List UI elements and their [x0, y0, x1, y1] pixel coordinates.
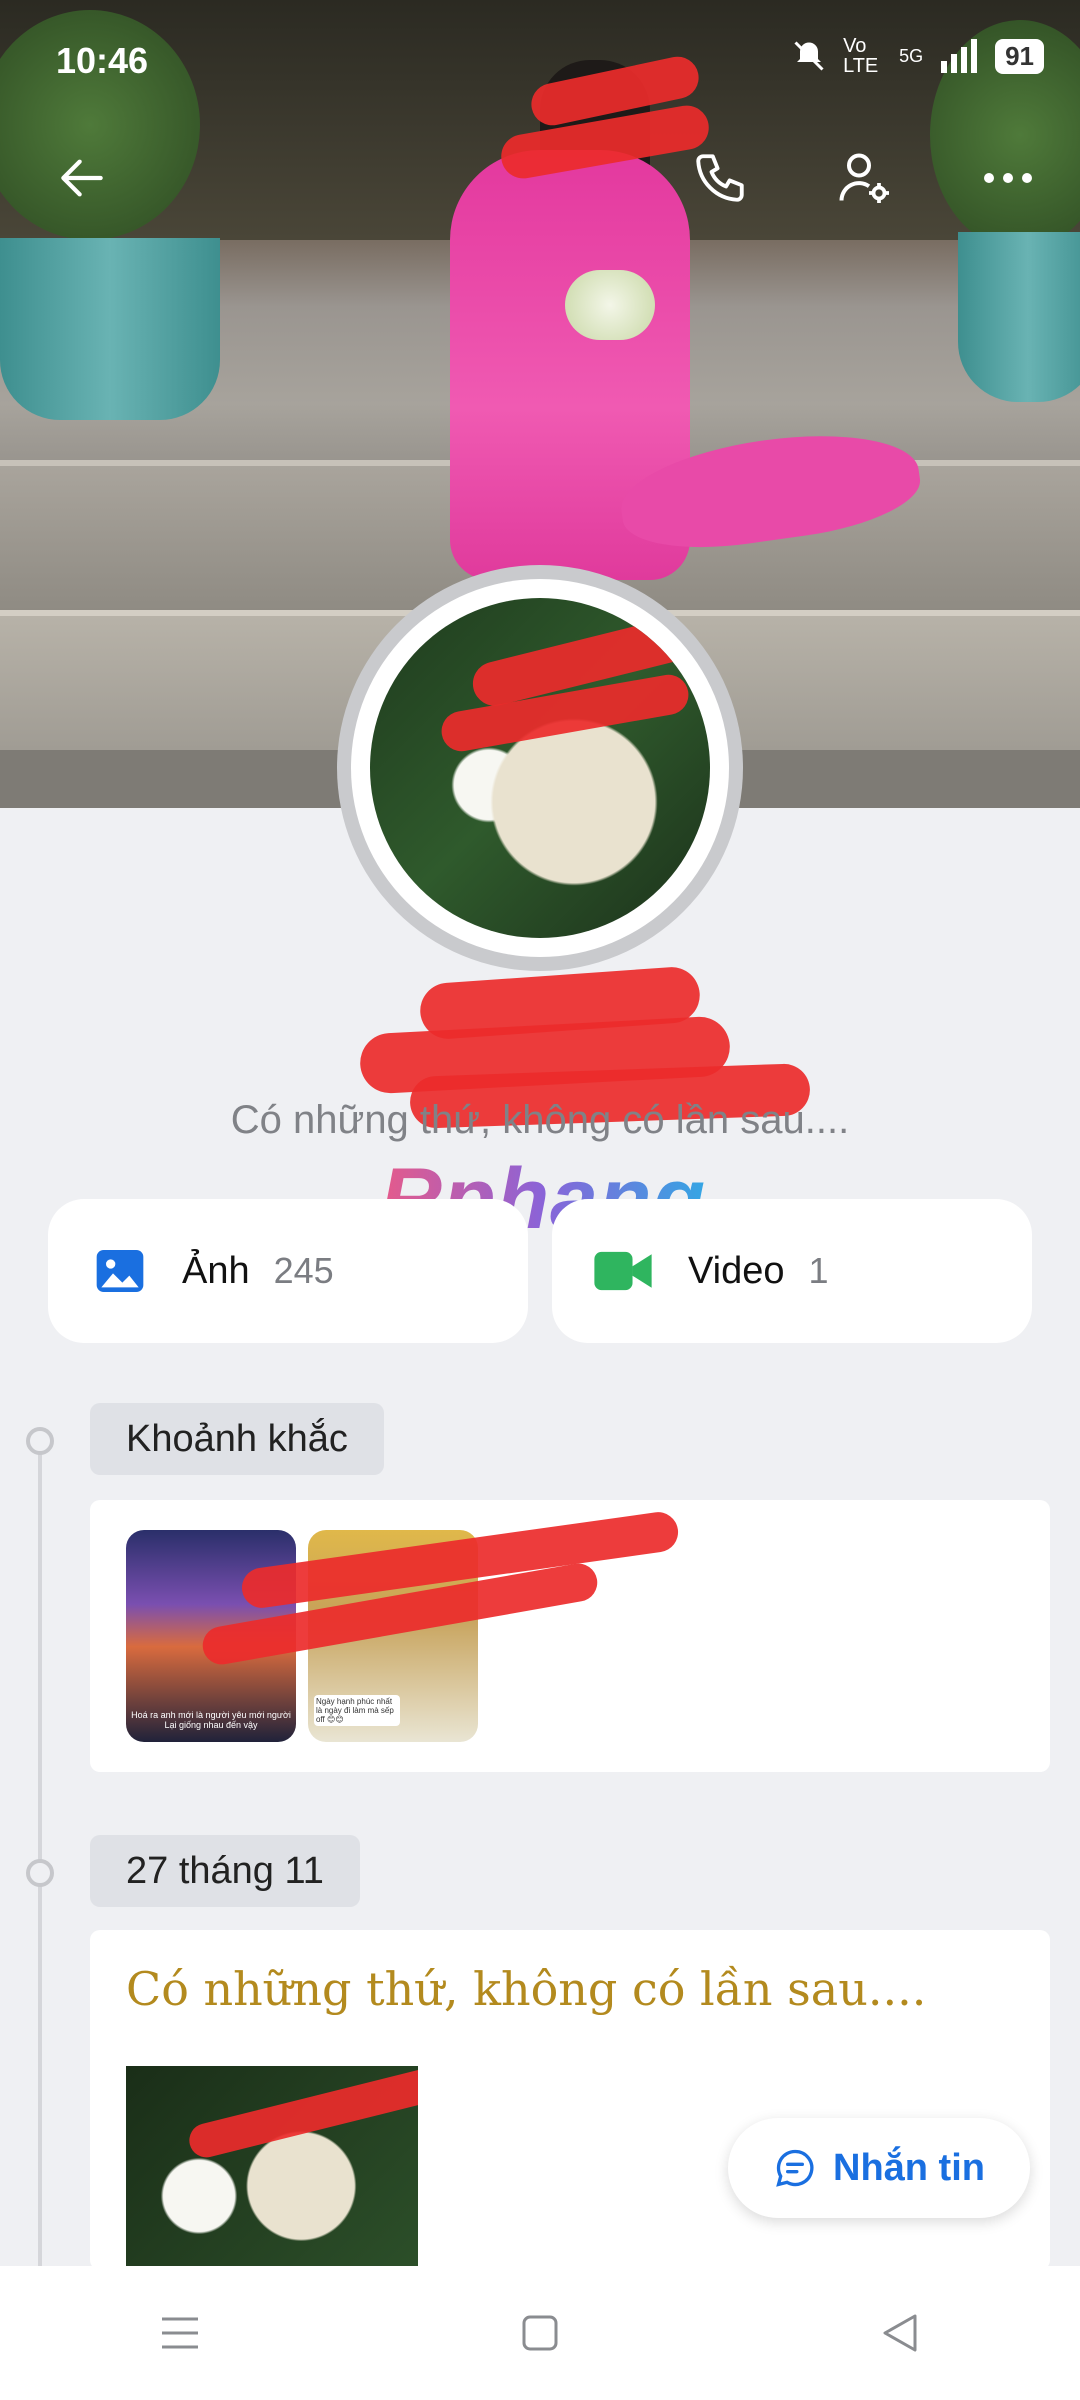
back-button[interactable]: [42, 138, 122, 218]
moments-panel: Hoá ra anh mới là người yêu mới người Lạ…: [90, 1500, 1050, 1772]
image-icon: [96, 1250, 144, 1292]
post-image[interactable]: [126, 2066, 418, 2266]
system-nav-bar: [0, 2266, 1080, 2400]
cover-flowers: [565, 270, 655, 340]
redaction-scribble: [185, 2066, 418, 2161]
call-button[interactable]: [680, 138, 760, 218]
avatar[interactable]: [370, 598, 710, 938]
cover-pot: [958, 232, 1080, 402]
battery-level: 91: [995, 38, 1044, 74]
timeline-dot: [26, 1427, 54, 1455]
signal-icon: [941, 39, 978, 73]
post-title: Có những thứ, không có lần sau....: [126, 1962, 927, 2016]
moment-caption: Hoá ra anh mới là người yêu mới người Lạ…: [131, 1710, 291, 1730]
recent-apps-button[interactable]: [130, 2283, 230, 2383]
more-options-button[interactable]: [968, 138, 1048, 218]
cover-pot: [0, 238, 220, 420]
photos-count: 245: [273, 1250, 334, 1291]
more-dots-icon: [984, 173, 1032, 183]
phone-icon: [696, 154, 744, 202]
videos-label: Video: [688, 1249, 785, 1292]
date-chip: 27 tháng 11: [90, 1835, 360, 1907]
status-icons: Vo LTE 5G 91: [791, 36, 1044, 76]
video-camera-icon: [594, 1251, 652, 1291]
mute-bell-icon: [794, 41, 824, 71]
videos-count: 1: [808, 1250, 829, 1291]
back-triangle-icon: [883, 2314, 917, 2352]
nav-back-button[interactable]: [850, 2283, 950, 2383]
profile-status-text: Có những thứ, không có lần sau....: [230, 1098, 850, 1142]
home-square-icon: [522, 2315, 558, 2351]
moments-chip: Khoảnh khắc: [90, 1403, 384, 1475]
volte-indicator: Vo LTE: [843, 35, 879, 77]
profile-settings-button[interactable]: [824, 138, 904, 218]
home-button[interactable]: [490, 2283, 590, 2383]
chat-bubble-icon: [776, 2149, 814, 2187]
photos-label: Ảnh: [182, 1249, 250, 1292]
user-gear-icon: [839, 153, 889, 203]
menu-icon: [162, 2317, 198, 2349]
videos-card[interactable]: Video 1: [552, 1199, 1032, 1343]
message-button-label: Nhắn tin: [833, 2146, 985, 2189]
network-indicator: 5G: [899, 45, 924, 66]
arrow-left-icon: [61, 159, 103, 197]
photos-card[interactable]: Ảnh 245: [48, 1199, 528, 1343]
status-time: 10:46: [56, 40, 149, 81]
timeline-dot: [26, 1859, 54, 1887]
moment-caption: Ngày hạnh phúc nhất là ngày đi làm mà sế…: [314, 1695, 400, 1726]
message-button[interactable]: Nhắn tin: [728, 2118, 1030, 2218]
